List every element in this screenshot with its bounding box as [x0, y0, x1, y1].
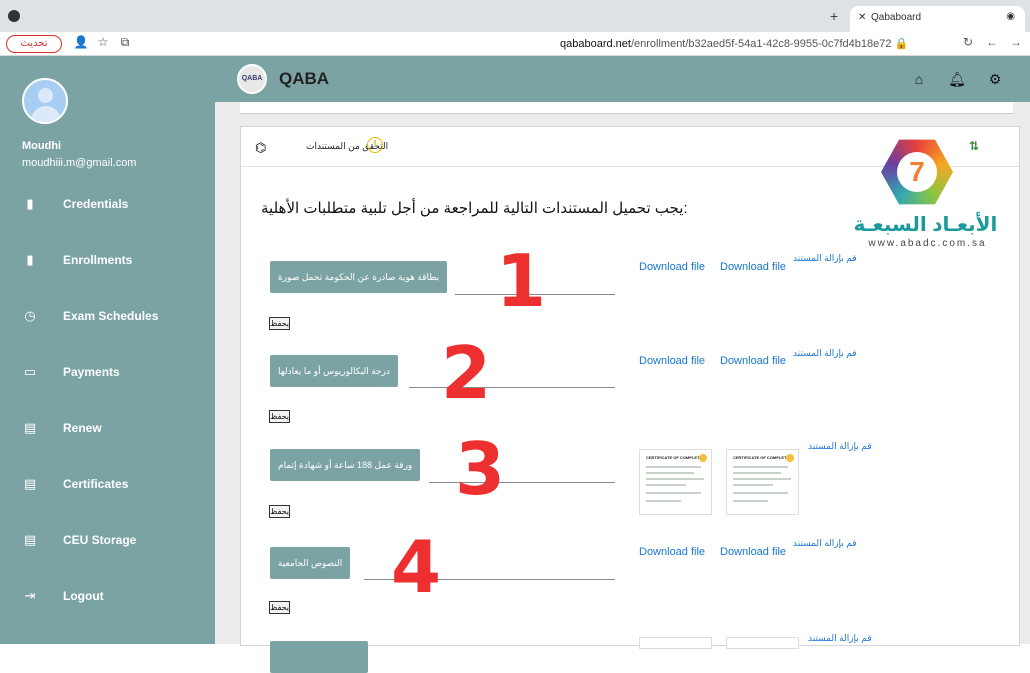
- sidebar-item-logout[interactable]: ⇥ Logout: [0, 582, 215, 612]
- browser-address-bar: تحديث 👤 ☆ ⧉ qababoard.net/enrollment/b32ae…: [0, 32, 1030, 56]
- url-host: qababoard.net: [560, 38, 631, 50]
- browser-menu-icon[interactable]: [8, 10, 20, 22]
- gear-icon[interactable]: ⚙: [986, 70, 1004, 88]
- avatar[interactable]: [22, 78, 68, 124]
- document-upload-button[interactable]: بطاقة هوية صادرة عن الحكومة تحمل صورة: [270, 261, 448, 293]
- qaba-logo[interactable]: QABA: [237, 64, 267, 94]
- lock-icon: 🔒: [894, 38, 909, 50]
- sidebar-item-label: Exam Schedules: [63, 309, 159, 323]
- remove-document-link[interactable]: قم بإزالة المستند: [793, 348, 857, 359]
- clipboard-icon: ▤: [23, 532, 37, 547]
- user-email: moudhiii.m@gmail.com: [22, 157, 137, 169]
- remove-document-link[interactable]: قم بإزالة المستند: [793, 253, 857, 264]
- watermark-site: www.abadc.com.sa: [868, 238, 987, 249]
- sidebar-item-label: Credentials: [63, 197, 129, 211]
- annotation-number: 3: [455, 427, 506, 511]
- sidebar-item-enrollments[interactable]: ▮ Enrollments: [0, 246, 215, 276]
- bookmark-star-icon[interactable]: ☆: [92, 35, 114, 49]
- sidebar-item-certificates[interactable]: ▤ Certificates: [0, 470, 215, 500]
- page-heading: يجب تحميل المستندات التالية للمراجعة من …: [261, 200, 688, 217]
- download-link[interactable]: Download file: [720, 261, 786, 273]
- app-header: QABA QABA ⌂ 🔔︎ ⚙: [215, 56, 1030, 102]
- document-upload-button[interactable]: ورقة عمل 188 ساعة أو شهادة إتمام: [270, 449, 421, 481]
- save-button[interactable]: يحفظ: [269, 505, 290, 518]
- profile-icon[interactable]: 👤: [70, 35, 92, 49]
- paperclip-icon: ⌬: [255, 140, 267, 155]
- sidebar-item-renew[interactable]: ▤ Renew: [0, 414, 215, 444]
- close-tab-icon[interactable]: ✕: [858, 12, 866, 23]
- sidebar-item-label: Renew: [63, 421, 102, 435]
- forward-icon[interactable]: →: [1004, 35, 1028, 49]
- url-path: /enrollment/b32aed5f-54a1-42c8-9955-0c7f…: [630, 38, 892, 50]
- extension-icon[interactable]: ⧉: [114, 35, 136, 50]
- download-link[interactable]: Download file: [639, 355, 705, 367]
- upload-underline: [409, 387, 615, 388]
- previous-card: [240, 102, 1013, 114]
- clipboard-icon: ▤: [23, 476, 37, 491]
- tab-audio-icon: ◉: [1006, 11, 1015, 22]
- back-icon[interactable]: ←: [980, 35, 1004, 49]
- sidebar-item-label: Enrollments: [63, 253, 133, 267]
- warning-icon: !: [367, 137, 383, 153]
- watermark-arabic-text: الأبعـاد السبعـة: [853, 214, 998, 236]
- download-link[interactable]: Download file: [639, 261, 705, 273]
- sidebar-item-credentials[interactable]: ▮ Credentials: [0, 190, 215, 220]
- save-button[interactable]: يحفظ: [269, 410, 290, 423]
- download-link[interactable]: Download file: [639, 546, 705, 558]
- new-tab-button[interactable]: +: [830, 8, 838, 24]
- watermark-logo: 7 الأبعـاد السبعـة www.abadc.com.sa: [853, 136, 998, 256]
- brand-name: QABA: [279, 69, 330, 88]
- bookmark-icon: ▮: [26, 196, 34, 211]
- sidebar-item-label: Logout: [63, 589, 104, 603]
- remove-document-link[interactable]: قم بإزالة المستند: [793, 538, 857, 549]
- save-button[interactable]: يحفظ: [269, 317, 290, 330]
- sidebar-item-payments[interactable]: ▭ Payments: [0, 358, 215, 388]
- browser-tab-strip: + ✕ Qababoard ◉: [0, 0, 1030, 32]
- sidebar-item-label: Payments: [63, 365, 120, 379]
- tab-title: Qababoard: [871, 12, 922, 23]
- annotation-number: 1: [496, 239, 547, 323]
- remove-document-link[interactable]: قم بإزالة المستند: [808, 633, 872, 644]
- clipboard-icon: ▤: [23, 420, 37, 435]
- reload-icon[interactable]: ↻: [956, 35, 980, 49]
- sidebar-item-label: Certificates: [63, 477, 129, 491]
- sidebar-item-ceu-storage[interactable]: ▤ CEU Storage: [0, 526, 215, 556]
- annotation-number: 4: [391, 525, 442, 609]
- download-link[interactable]: Download file: [720, 355, 786, 367]
- credit-card-icon: ▭: [23, 364, 37, 379]
- certificate-thumbnail[interactable]: CERTIFICATE OF COMPLETION: [726, 449, 799, 515]
- update-button[interactable]: تحديث: [6, 35, 62, 53]
- clock-icon: ◷: [24, 308, 36, 323]
- certificate-thumbnail[interactable]: [639, 637, 712, 649]
- remove-document-link[interactable]: قم بإزالة المستند: [808, 441, 872, 452]
- sidebar-item-label: CEU Storage: [63, 533, 137, 547]
- bookmark-icon: ▮: [26, 252, 34, 267]
- certificate-thumbnail[interactable]: [726, 637, 799, 649]
- bell-icon[interactable]: 🔔︎: [948, 70, 966, 88]
- browser-tab[interactable]: ✕ Qababoard ◉: [850, 6, 1025, 32]
- user-name: Moudhi: [22, 140, 62, 152]
- document-upload-button[interactable]: [270, 641, 368, 673]
- save-button[interactable]: يحفظ: [269, 601, 290, 614]
- certificate-thumbnail[interactable]: CERTIFICATE OF COMPLETION: [639, 449, 712, 515]
- download-link[interactable]: Download file: [720, 546, 786, 558]
- url-field[interactable]: qababoard.net/enrollment/b32aed5f-54a1-4…: [560, 37, 940, 50]
- sidebar: Moudhi moudhiii.m@gmail.com ▮ Credentials…: [0, 56, 215, 644]
- sidebar-item-exam-schedules[interactable]: ◷ Exam Schedules: [0, 302, 215, 332]
- home-icon[interactable]: ⌂: [910, 70, 928, 88]
- document-upload-button[interactable]: درجة البكالوريوس أو ما يعادلها: [270, 355, 398, 387]
- annotation-number: 2: [441, 331, 492, 415]
- document-upload-button[interactable]: النصوص الجامعية: [270, 547, 351, 579]
- logout-icon: ⇥: [24, 588, 36, 603]
